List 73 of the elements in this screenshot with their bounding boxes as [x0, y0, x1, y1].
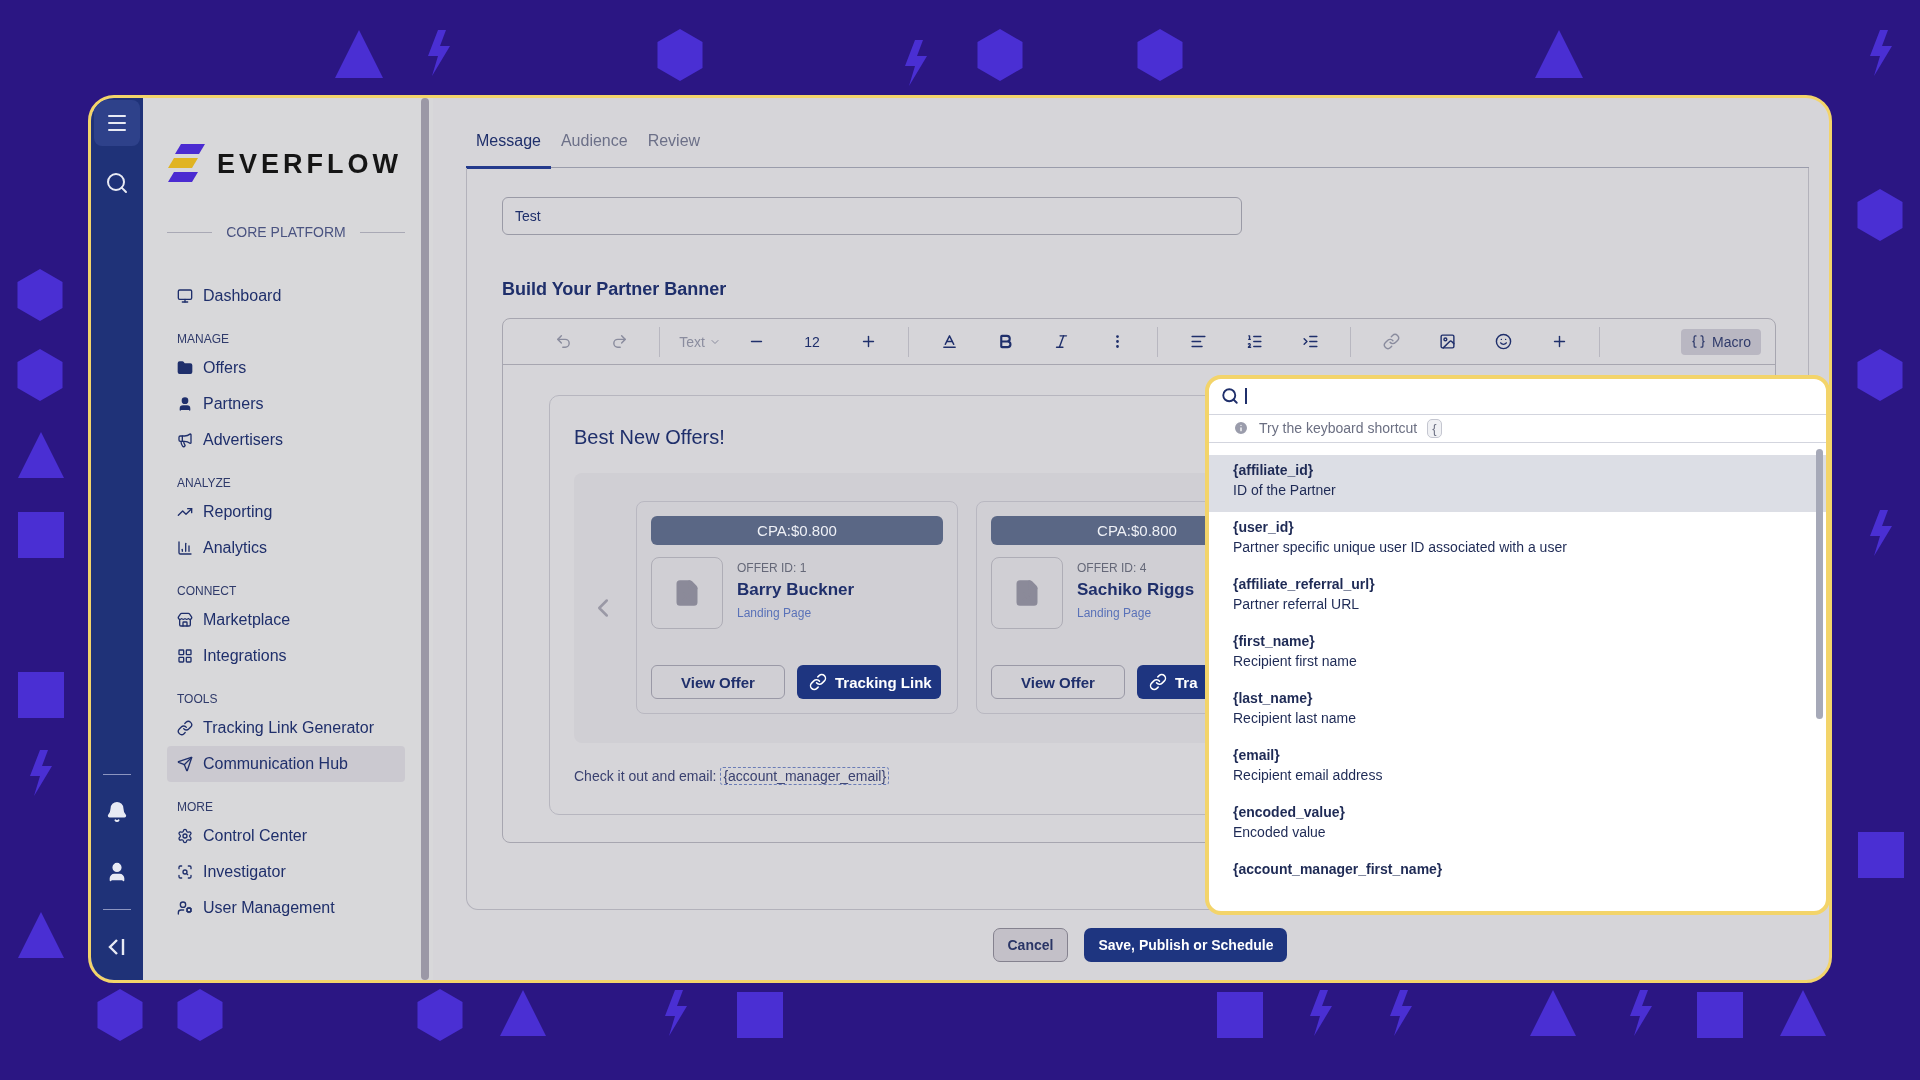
macro-option[interactable]: {user_id} Partner specific unique user ID associated with a user — [1209, 512, 1826, 569]
banner-name-field[interactable]: Test — [502, 197, 1242, 235]
chart-icon — [177, 540, 193, 556]
font-size-value: 12 — [803, 332, 821, 352]
image-placeholder — [991, 557, 1063, 629]
footer-text: Check it out and email: — [574, 768, 717, 784]
search-icon — [105, 171, 129, 195]
settings-icon — [177, 828, 193, 844]
payout-bar: CPA:$0.800 — [651, 516, 943, 545]
link-icon — [809, 673, 827, 691]
banner-title: Best New Offers! — [574, 426, 725, 449]
section-heading: CONNECT — [177, 583, 238, 600]
macro-option[interactable]: {email} Recipient email address — [1209, 740, 1826, 797]
view-offer-button[interactable]: View Offer — [651, 665, 785, 699]
offer-name: Barry Buckner — [737, 580, 855, 600]
nav-item[interactable]: Offers — [167, 350, 405, 386]
macro-option[interactable]: {account_manager_first_name} — [1209, 854, 1826, 911]
braces-icon — [1691, 334, 1707, 349]
save-button[interactable]: Save, Publish or Schedule — [1084, 928, 1288, 962]
macro-token: {account_manager_email} — [720, 767, 890, 785]
link-icon — [177, 720, 193, 736]
macro-option[interactable]: {last_name} Recipient last name — [1209, 683, 1826, 740]
macro-option[interactable]: {affiliate_referral_url} Partner referral URL — [1209, 569, 1826, 626]
nav-item[interactable]: Advertisers — [167, 422, 405, 458]
link-icon — [1149, 673, 1167, 691]
bell-icon — [106, 801, 128, 823]
view-offer-button[interactable]: View Offer — [991, 665, 1125, 699]
nav-item[interactable]: Investigator — [167, 854, 405, 890]
macro-option[interactable]: {affiliate_id} ID of the Partner — [1209, 455, 1826, 512]
folder-icon — [177, 360, 193, 376]
text-cursor — [1245, 388, 1247, 405]
scrollbar[interactable] — [1816, 449, 1823, 719]
section-heading: MORE — [177, 799, 214, 816]
nav-item[interactable]: Partners — [167, 386, 405, 422]
nav-item[interactable]: Communication Hub — [167, 746, 405, 782]
nav-item[interactable]: Reporting — [167, 494, 405, 530]
monitor-icon — [177, 288, 193, 304]
section-heading: TOOLS — [177, 691, 219, 708]
logo-icon — [167, 144, 205, 184]
platform-label: CORE PLATFORM — [226, 224, 346, 240]
search-icon — [1221, 387, 1239, 406]
shortcut-key: { — [1427, 418, 1442, 438]
cancel-button[interactable]: Cancel — [992, 928, 1069, 962]
scrollbar[interactable] — [421, 98, 429, 980]
offer-id: OFFER ID: 4 — [1077, 561, 1148, 575]
menu-button[interactable] — [94, 100, 140, 146]
section-heading: MANAGE — [177, 331, 230, 348]
nav-item[interactable]: Dashboard — [167, 278, 405, 314]
macro-button[interactable]: Macro — [1681, 328, 1761, 355]
section-title: Build Your Partner Banner — [502, 279, 728, 300]
store-icon — [177, 612, 193, 628]
nav-item[interactable]: User Management — [167, 890, 405, 926]
logo-text: EVERFLOW — [217, 148, 402, 180]
user-icon — [177, 396, 193, 412]
macro-option[interactable]: {first_name} Recipient first name — [1209, 626, 1826, 683]
nav-item[interactable]: Control Center — [167, 818, 405, 854]
megaphone-icon — [177, 432, 193, 448]
nav-item[interactable]: Analytics — [167, 530, 405, 566]
info-icon — [1233, 420, 1249, 437]
grid-icon — [177, 648, 193, 664]
send-icon — [177, 756, 193, 772]
nav-item[interactable]: Marketplace — [167, 602, 405, 638]
user-settings-icon — [177, 900, 193, 916]
nav-item[interactable]: Tracking Link Generator — [167, 710, 405, 746]
tracking-link-button[interactable]: Tracking Link — [797, 665, 941, 699]
hint-text: Try the keyboard shortcut — [1259, 420, 1418, 437]
offer-id: OFFER ID: 1 — [737, 561, 808, 575]
section-heading: ANALYZE — [177, 475, 232, 492]
tab[interactable]: Message — [466, 132, 551, 169]
offer-name: Sachiko Riggs — [1077, 580, 1195, 600]
image-placeholder — [651, 557, 723, 629]
nav-item[interactable]: Integrations — [167, 638, 405, 674]
macro-option[interactable]: {encoded_value} Encoded value — [1209, 797, 1826, 854]
